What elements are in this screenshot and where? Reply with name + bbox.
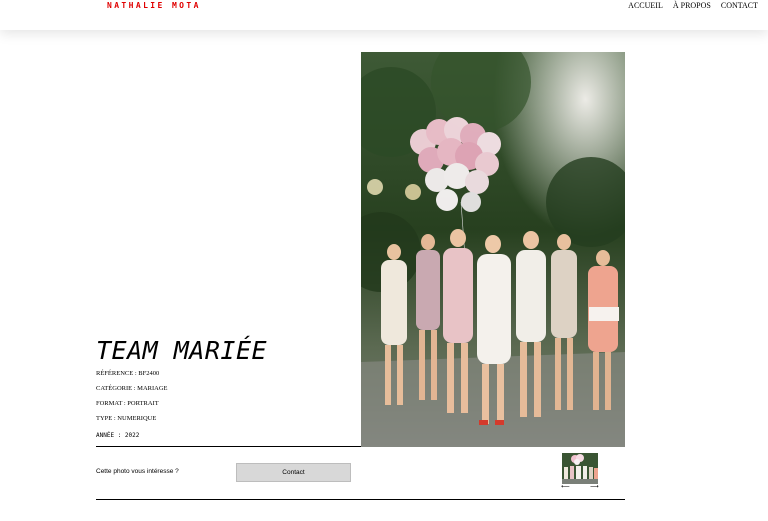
photo-type: TYPE : NUMERIQUE xyxy=(96,415,157,422)
next-photo-thumbnail[interactable] xyxy=(562,453,598,484)
photo-reference: RÉFÉRENCE : BF2400 xyxy=(96,370,160,377)
main-photo xyxy=(361,52,625,447)
info-divider xyxy=(96,446,361,447)
photo-year: ANNÉE : 2022 xyxy=(96,432,140,439)
photo-format: FORMAT : PORTRAIT xyxy=(96,400,159,407)
site-logo[interactable]: NATHALIE MOTA xyxy=(107,1,201,10)
nav-link-contact[interactable]: CONTACT xyxy=(721,1,758,10)
previous-arrow-icon[interactable]: ⟵ xyxy=(561,483,570,491)
next-arrow-icon[interactable]: ⟶ xyxy=(590,483,599,491)
photo-category: CATÉGORIE : MARIAGE xyxy=(96,385,168,392)
main-nav: ACCUEIL À PROPOS CONTACT xyxy=(618,1,758,10)
nav-link-accueil[interactable]: ACCUEIL xyxy=(628,1,663,10)
contact-question: Cette photo vous intéresse ? xyxy=(96,468,179,475)
footer-divider xyxy=(96,499,625,500)
contact-button[interactable]: Contact xyxy=(236,463,351,482)
site-header: NATHALIE MOTA ACCUEIL À PROPOS CONTACT xyxy=(0,0,768,30)
nav-link-a-propos[interactable]: À PROPOS xyxy=(673,1,711,10)
photo-title: TEAM MARIÉE xyxy=(96,336,268,365)
